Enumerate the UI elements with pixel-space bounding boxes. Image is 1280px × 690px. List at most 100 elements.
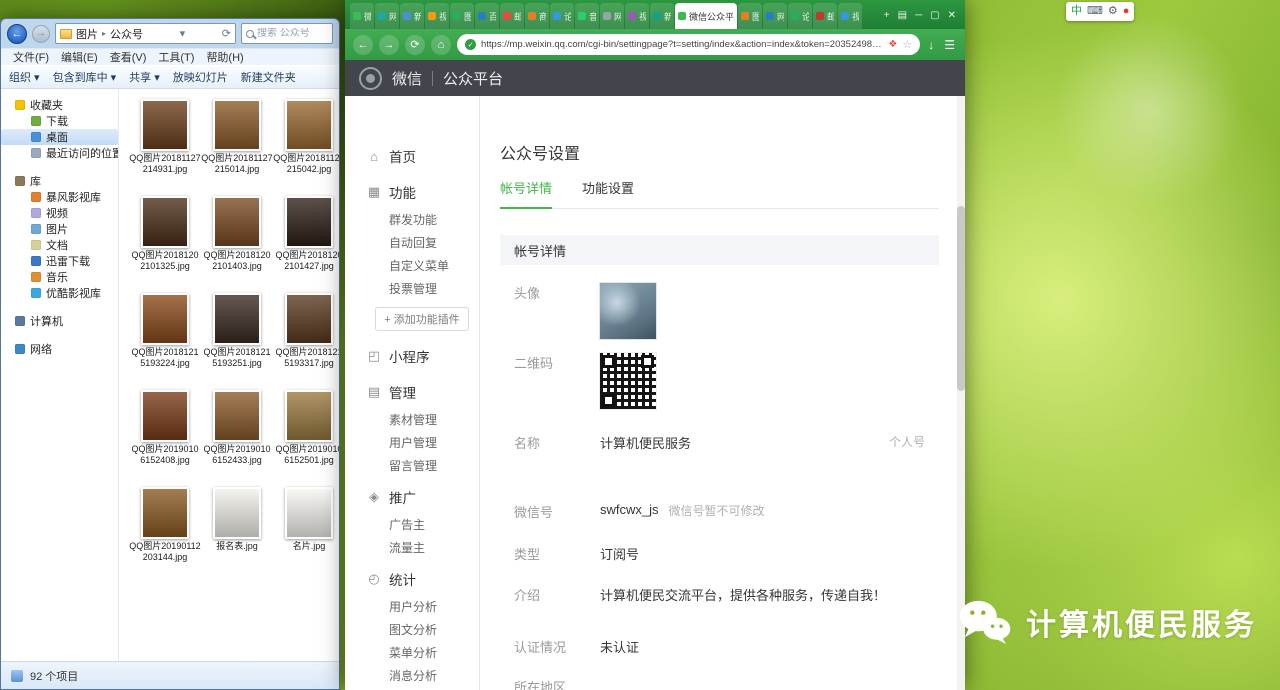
- sidebar-tree-item[interactable]: 文档: [1, 237, 118, 253]
- ime-toolbar[interactable]: 中 ⌨ ⚙ ●: [1066, 2, 1134, 21]
- browser-tab[interactable]: 视频: [625, 3, 649, 29]
- mp-nav-item[interactable]: + 添加功能插件: [375, 307, 469, 331]
- menu-item[interactable]: 查看(V): [104, 49, 153, 65]
- command-bar-item[interactable]: 新建文件夹: [241, 69, 296, 85]
- browser-tab[interactable]: 网页: [763, 3, 787, 29]
- minimize-button[interactable]: ─: [915, 11, 922, 21]
- browser-tab[interactable]: 视频: [838, 3, 862, 29]
- file-item[interactable]: QQ图片20181202101427.jpg: [273, 196, 339, 293]
- command-bar-item[interactable]: 包含到库中 ▾: [53, 69, 117, 85]
- sidebar-tree-item[interactable]: 下载: [1, 113, 118, 129]
- browser-tab[interactable]: 图片: [450, 3, 474, 29]
- file-item[interactable]: QQ图片20190106152501.jpg: [273, 390, 339, 487]
- browser-tab[interactable]: 视频: [425, 3, 449, 29]
- browser-tab[interactable]: 邮箱: [500, 3, 524, 29]
- address-dropdown-icon[interactable]: ▾: [180, 27, 186, 40]
- mp-nav-item[interactable]: 群发功能: [345, 208, 479, 231]
- file-item[interactable]: QQ图片20190106152433.jpg: [201, 390, 273, 487]
- ime-icon[interactable]: ⚙: [1108, 6, 1118, 17]
- scrollbar-thumb[interactable]: [957, 206, 965, 391]
- sidebar-tree-item[interactable]: 优酷影视库: [1, 285, 118, 301]
- sidebar-tree-item[interactable]: 桌面: [1, 129, 118, 145]
- breadcrumb-root[interactable]: 图片: [76, 26, 98, 42]
- sidebar-tree-item[interactable]: 最近访问的位置: [1, 145, 118, 161]
- sidebar-tree-item[interactable]: 网络: [1, 341, 118, 357]
- sidebar-tree-item[interactable]: 图片: [1, 221, 118, 237]
- refresh-icon[interactable]: ⟳: [222, 27, 231, 40]
- mp-nav-item[interactable]: 菜单分析: [345, 641, 479, 664]
- browser-tab[interactable]: 论坛: [550, 3, 574, 29]
- sidebar-tree-item[interactable]: 音乐: [1, 269, 118, 285]
- file-item[interactable]: 报名表.jpg: [201, 487, 273, 584]
- browser-home-button[interactable]: ⌂: [431, 35, 451, 55]
- browser-tab[interactable]: 图片: [738, 3, 762, 29]
- mp-nav-item[interactable]: 消息分析: [345, 664, 479, 687]
- command-bar-item[interactable]: 共享 ▾: [129, 69, 160, 85]
- url-text[interactable]: https://mp.weixin.qq.com/cgi-bin/setting…: [481, 39, 883, 50]
- file-item[interactable]: QQ图片20181202101403.jpg: [201, 196, 273, 293]
- mp-nav-item[interactable]: 留言管理: [345, 454, 479, 477]
- browser-tab[interactable]: 论坛: [788, 3, 812, 29]
- browser-tab[interactable]: 网页: [375, 3, 399, 29]
- sidebar-tree-item[interactable]: 迅雷下载: [1, 253, 118, 269]
- file-item[interactable]: QQ图片20181127214931.jpg: [129, 99, 201, 196]
- ime-icon[interactable]: ⌨: [1087, 6, 1103, 17]
- file-item[interactable]: QQ图片20190106152408.jpg: [129, 390, 201, 487]
- command-bar-item[interactable]: 放映幻灯片: [173, 69, 228, 85]
- command-bar-item[interactable]: 组织 ▾: [9, 69, 40, 85]
- file-item[interactable]: QQ图片20190112203144.jpg: [129, 487, 201, 584]
- tab-account-details[interactable]: 帐号详情: [500, 178, 552, 209]
- browser-tab[interactable]: 微信: [350, 3, 374, 29]
- file-item[interactable]: QQ图片20181215193317.jpg: [273, 293, 339, 390]
- sidebar-tree-item[interactable]: 视频: [1, 205, 118, 221]
- security-badge-icon[interactable]: ❖: [888, 39, 897, 50]
- sidebar-tree-item[interactable]: 计算机: [1, 313, 118, 329]
- breadcrumb-current[interactable]: 公众号: [110, 26, 143, 42]
- mp-nav-item[interactable]: ▦ 功能: [345, 176, 479, 208]
- toolbar-icon[interactable]: ☰: [942, 38, 957, 52]
- browser-refresh-button[interactable]: ⟳: [405, 35, 425, 55]
- mp-nav-item[interactable]: 广告主: [345, 513, 479, 536]
- tab-function-settings[interactable]: 功能设置: [582, 178, 634, 208]
- ime-icon[interactable]: ●: [1123, 6, 1130, 17]
- explorer-search-box[interactable]: [241, 23, 333, 44]
- file-item[interactable]: QQ图片20181202101325.jpg: [129, 196, 201, 293]
- sidebar-tree-item[interactable]: 暴风影视库: [1, 189, 118, 205]
- file-item[interactable]: QQ图片20181127215042.jpg: [273, 99, 339, 196]
- tab-list-icon[interactable]: ▤: [898, 11, 907, 21]
- sidebar-tree-item[interactable]: 库: [1, 173, 118, 189]
- mp-nav-item[interactable]: ▤ 管理: [345, 376, 479, 408]
- mp-nav-item[interactable]: ◈ 推广: [345, 481, 479, 513]
- mp-nav-item[interactable]: ◰ 小程序: [345, 340, 479, 372]
- mp-nav-item[interactable]: 用户分析: [345, 595, 479, 618]
- mp-nav-item[interactable]: ⌂ 首页: [345, 140, 479, 172]
- maximize-button[interactable]: ▢: [930, 11, 939, 21]
- browser-tab[interactable]: 邮箱: [813, 3, 837, 29]
- browser-back-button[interactable]: ←: [353, 35, 373, 55]
- new-tab-button[interactable]: +: [884, 11, 890, 21]
- mp-nav-item[interactable]: 自定义菜单: [345, 254, 479, 277]
- address-breadcrumb-bar[interactable]: 图片 ▸ 公众号 ▾ ⟳: [55, 23, 236, 44]
- browser-tab[interactable]: 微信公众平台: [675, 3, 737, 29]
- close-button[interactable]: ✕: [948, 11, 956, 21]
- mp-nav-item[interactable]: 自动回复: [345, 231, 479, 254]
- menu-item[interactable]: 编辑(E): [55, 49, 104, 65]
- mp-nav-item[interactable]: 流量主: [345, 536, 479, 559]
- browser-tab[interactable]: 商城: [525, 3, 549, 29]
- forward-button[interactable]: →: [32, 25, 50, 43]
- mp-nav-item[interactable]: 投票管理: [345, 277, 479, 300]
- file-item[interactable]: 名片.jpg: [273, 487, 339, 584]
- file-item[interactable]: QQ图片20181127215014.jpg: [201, 99, 273, 196]
- browser-tab[interactable]: 音乐: [575, 3, 599, 29]
- browser-address-bar[interactable]: ✓ https://mp.weixin.qq.com/cgi-bin/setti…: [457, 34, 920, 55]
- browser-tab[interactable]: 百度: [475, 3, 499, 29]
- search-input[interactable]: [257, 28, 328, 39]
- browser-forward-button[interactable]: →: [379, 35, 399, 55]
- mp-nav-item[interactable]: ◴ 统计: [345, 563, 479, 595]
- mp-nav-item[interactable]: 图文分析: [345, 618, 479, 641]
- browser-tab[interactable]: 新闻: [650, 3, 674, 29]
- menu-item[interactable]: 文件(F): [7, 49, 55, 65]
- file-item[interactable]: QQ图片20181215193251.jpg: [201, 293, 273, 390]
- back-button[interactable]: ←: [7, 24, 27, 44]
- file-item[interactable]: QQ图片20181215193224.jpg: [129, 293, 201, 390]
